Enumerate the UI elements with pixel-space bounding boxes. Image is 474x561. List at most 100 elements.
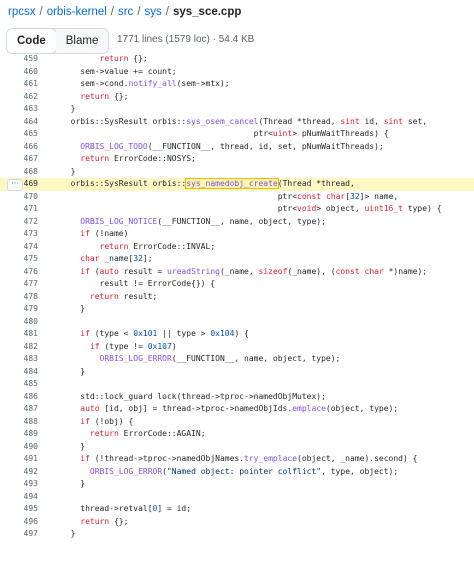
code-line: 464 orbis::SysResult orbis::sys_osem_can…: [0, 116, 474, 129]
breadcrumb: rpcsx / orbis-kernel / src / sys / sys_sce.cpp: [0, 0, 474, 24]
line-number[interactable]: 463: [0, 103, 38, 116]
line-number[interactable]: 474: [0, 241, 38, 254]
line-number[interactable]: 494: [0, 491, 38, 504]
line-number[interactable]: 480: [0, 316, 38, 329]
code-text: if (type != 0x107): [89, 341, 177, 351]
line-number[interactable]: 466: [0, 141, 38, 154]
line-number[interactable]: 469: [0, 178, 38, 191]
line-number[interactable]: 465: [0, 128, 38, 141]
code-line: 489 return ErrorCode::AGAIN;: [0, 428, 474, 441]
code-line: 491 if (!thread->tproc->namedObjNames.tr…: [0, 453, 474, 466]
line-number[interactable]: 468: [0, 166, 38, 179]
code-line: ··· 469 orbis::SysResult orbis::sys_named…: [0, 178, 474, 191]
code-line: 478 return result;: [0, 291, 474, 304]
code-text: thread->retval[0] = id;: [61, 504, 192, 513]
line-number[interactable]: 461: [0, 78, 38, 91]
line-number[interactable]: 475: [0, 253, 38, 266]
code-view[interactable]: 459 return {}; 460 sem->value += count; 46…: [0, 53, 474, 561]
code-line: 488 if (!obj) {: [0, 416, 474, 429]
line-number[interactable]: 467: [0, 153, 38, 166]
code-line: 495 thread->retval[0] = id;: [0, 503, 474, 516]
line-number[interactable]: 476: [0, 266, 38, 279]
code-text: orbis::SysResult orbis::sys_namedobj_cre…: [61, 178, 355, 189]
line-number[interactable]: 495: [0, 503, 38, 516]
line-number[interactable]: 472: [0, 216, 38, 229]
line-number[interactable]: 470: [0, 191, 38, 204]
code-text: sem->cond.notify_all(sem->mtx);: [61, 79, 230, 88]
line-number[interactable]: 493: [0, 478, 38, 491]
code-text: return ErrorCode::INVAL;: [99, 241, 216, 251]
code-text: }: [61, 366, 86, 376]
line-number[interactable]: 485: [0, 378, 38, 391]
line-number[interactable]: 479: [0, 303, 38, 316]
code-text: if (!thread->tproc->namedObjNames.try_em…: [80, 454, 418, 463]
line-number[interactable]: 482: [0, 341, 38, 354]
code-text: ORBIS_LOG_NOTICE(__FUNCTION__, name, obj…: [80, 216, 326, 226]
file-toolbar: Code Blame 1771 lines (1579 loc) · 54.4 …: [0, 24, 474, 56]
line-number[interactable]: 464: [0, 116, 38, 129]
blame-tab[interactable]: Blame: [55, 29, 109, 53]
code-line: 462 return {};: [0, 91, 474, 104]
code-text: sem->value += count;: [61, 66, 177, 76]
line-number[interactable]: 478: [0, 291, 38, 304]
line-number[interactable]: 460: [0, 66, 38, 79]
code-text: }: [61, 166, 76, 176]
code-line: 473 if (!name): [0, 228, 474, 241]
code-line: 472 ORBIS_LOG_NOTICE(__FUNCTION__, name,…: [0, 216, 474, 229]
line-number[interactable]: 490: [0, 441, 38, 454]
line-number[interactable]: 486: [0, 391, 38, 404]
code-line: 475 char _name[32];: [0, 253, 474, 266]
code-text: if (type < 0x101 || type > 0x104) {: [80, 329, 249, 338]
code-text: ptr<uint> pNumWaitThreads) {: [61, 129, 389, 138]
code-line: 465 ptr<uint> pNumWaitThreads) {: [0, 128, 474, 141]
code-text: ptr<const char[32]> name,: [61, 191, 399, 201]
code-text: ORBIS_LOG_TODO(__FUNCTION__, thread, id,…: [80, 141, 384, 151]
code-tab[interactable]: Code: [7, 29, 57, 53]
breadcrumb-separator: /: [137, 6, 141, 18]
code-text: return {};: [80, 516, 129, 526]
code-text: return {};: [99, 54, 148, 63]
code-text: ORBIS_LOG_ERROR(__FUNCTION__, name, obje…: [99, 354, 341, 363]
breadcrumb-link[interactable]: src: [118, 6, 133, 18]
code-text: }: [61, 479, 86, 488]
line-number[interactable]: 488: [0, 416, 38, 429]
breadcrumb-separator: /: [110, 6, 114, 18]
breadcrumb-link[interactable]: orbis-kernel: [47, 6, 107, 18]
code-line: 494: [0, 491, 474, 504]
code-line: 463 }: [0, 103, 474, 116]
code-text: std::lock_guard lock(thread->tproc->name…: [61, 391, 326, 401]
line-number[interactable]: 496: [0, 516, 38, 529]
line-number[interactable]: 483: [0, 353, 38, 366]
code-text: ORBIS_LOG_ERROR("Named object: pointer c…: [89, 466, 399, 476]
line-number[interactable]: 487: [0, 403, 38, 416]
line-number[interactable]: 497: [0, 528, 38, 541]
code-line: 474 return ErrorCode::INVAL;: [0, 241, 474, 254]
line-number[interactable]: 459: [0, 53, 38, 66]
line-number[interactable]: 471: [0, 203, 38, 216]
line-number[interactable]: 462: [0, 91, 38, 104]
code-line: 486 std::lock_guard lock(thread->tproc->…: [0, 391, 474, 404]
code-text: return ErrorCode::AGAIN;: [89, 429, 206, 438]
code-text: if (!name): [80, 229, 129, 238]
code-line: 487 auto [id, obj] = thread->tproc->name…: [0, 403, 474, 416]
line-number[interactable]: 481: [0, 328, 38, 341]
code-line: 497 }: [0, 528, 474, 541]
breadcrumb-link[interactable]: sys: [145, 6, 162, 18]
code-line: 490 }: [0, 441, 474, 454]
code-text: if (!obj) {: [80, 416, 134, 426]
line-number[interactable]: 491: [0, 453, 38, 466]
code-line: 484 }: [0, 366, 474, 379]
line-number[interactable]: 489: [0, 428, 38, 441]
code-text: result != ErrorCode{}) {: [61, 279, 216, 288]
code-text: return {};: [80, 91, 129, 101]
line-number[interactable]: 492: [0, 466, 38, 479]
code-text: }: [61, 529, 76, 538]
code-line: 483 ORBIS_LOG_ERROR(__FUNCTION__, name, …: [0, 353, 474, 366]
line-number[interactable]: 484: [0, 366, 38, 379]
code-text: if (auto result = ureadString(_name, siz…: [80, 266, 428, 276]
line-number[interactable]: 477: [0, 278, 38, 291]
code-line: 492 ORBIS_LOG_ERROR("Named object: point…: [0, 466, 474, 479]
breadcrumb-link[interactable]: rpcsx: [8, 6, 35, 18]
line-number[interactable]: 473: [0, 228, 38, 241]
code-line: 461 sem->cond.notify_all(sem->mtx);: [0, 78, 474, 91]
